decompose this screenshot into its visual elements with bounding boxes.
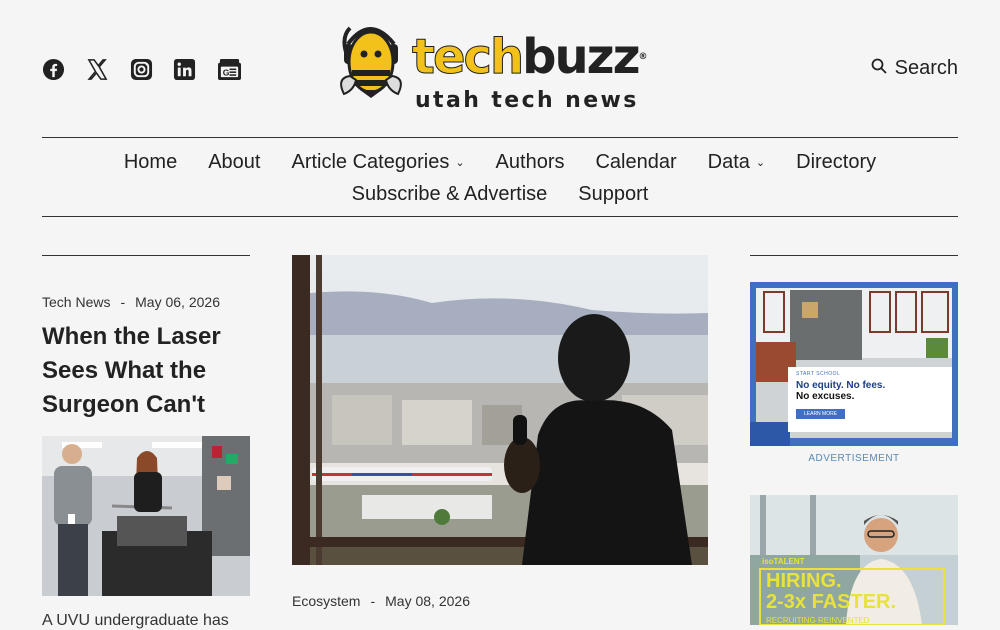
search-button[interactable]: Search bbox=[871, 57, 958, 80]
category-link[interactable]: Tech News bbox=[42, 294, 110, 310]
search-label: Search bbox=[894, 57, 958, 79]
nav-row-1: Home About Article Categories ⌄ Authors C… bbox=[42, 146, 958, 178]
learn-more-button[interactable]: LEARN MORE bbox=[796, 409, 846, 419]
search-icon bbox=[871, 57, 887, 80]
site-logo[interactable]: techbuzz® utah tech news bbox=[340, 18, 660, 118]
ad2-headline: HIRING. 2-3x FASTER. bbox=[766, 570, 897, 613]
left-article-meta: Tech News - May 06, 2026 bbox=[42, 294, 220, 310]
bee-icon bbox=[340, 26, 402, 98]
svg-text:G: G bbox=[223, 67, 230, 77]
left-article-image[interactable] bbox=[42, 436, 250, 596]
advertisement-label: ADVERTISEMENT bbox=[808, 453, 900, 464]
linkedin-icon[interactable] bbox=[173, 58, 196, 81]
x-icon[interactable] bbox=[86, 58, 109, 81]
nav-top-divider bbox=[42, 137, 958, 138]
nav-item-authors[interactable]: Authors bbox=[496, 151, 565, 174]
logo-tagline: utah tech news bbox=[415, 88, 639, 113]
chevron-down-icon: ⌄ bbox=[455, 156, 465, 169]
nav-item-article-categories[interactable]: Article Categories ⌄ bbox=[291, 151, 464, 174]
nav-bottom-divider bbox=[42, 216, 958, 217]
google-news-icon[interactable]: G bbox=[217, 58, 242, 81]
left-column-divider bbox=[42, 255, 250, 256]
nav-item-calendar[interactable]: Calendar bbox=[595, 151, 676, 174]
logo-wordmark: techbuzz® bbox=[411, 29, 647, 85]
category-link[interactable]: Ecosystem bbox=[292, 593, 360, 609]
right-column-divider bbox=[750, 255, 958, 256]
nav-item-home[interactable]: Home bbox=[124, 151, 177, 174]
center-article-meta: Ecosystem - May 08, 2026 bbox=[292, 593, 470, 609]
article-date: May 06, 2026 bbox=[135, 294, 220, 310]
chevron-down-icon: ⌄ bbox=[755, 156, 766, 169]
main-nav: Home About Article Categories ⌄ Authors C… bbox=[42, 146, 958, 210]
center-article-image[interactable] bbox=[292, 255, 708, 565]
nav-item-data[interactable]: Data ⌄ bbox=[708, 151, 765, 174]
nav-item-directory[interactable]: Directory bbox=[796, 151, 876, 174]
left-article-title[interactable]: When the Laser Sees What the Surgeon Can… bbox=[42, 320, 252, 422]
nav-item-support[interactable]: Support bbox=[578, 183, 648, 206]
facebook-icon[interactable] bbox=[42, 58, 65, 81]
logo-buzz: buzz bbox=[522, 29, 640, 85]
article-date: May 08, 2026 bbox=[385, 593, 470, 609]
advertisement-banner-1[interactable]: START SCHOOL No equity. No fees. No excu… bbox=[750, 282, 958, 446]
logo-tech: tech bbox=[411, 29, 524, 85]
left-article-excerpt: A UVU undergraduate has bbox=[42, 612, 229, 629]
ad1-card: START SCHOOL No equity. No fees. No excu… bbox=[788, 367, 952, 432]
nav-item-subscribe-advertise[interactable]: Subscribe & Advertise bbox=[352, 183, 548, 206]
advertisement-banner-2[interactable]: isoTALENT HIRING. 2-3x FASTER. RECRUITIN… bbox=[750, 495, 958, 625]
nav-item-about[interactable]: About bbox=[208, 151, 260, 174]
instagram-icon[interactable] bbox=[130, 58, 153, 81]
nav-row-2: Subscribe & Advertise Support bbox=[42, 178, 958, 210]
